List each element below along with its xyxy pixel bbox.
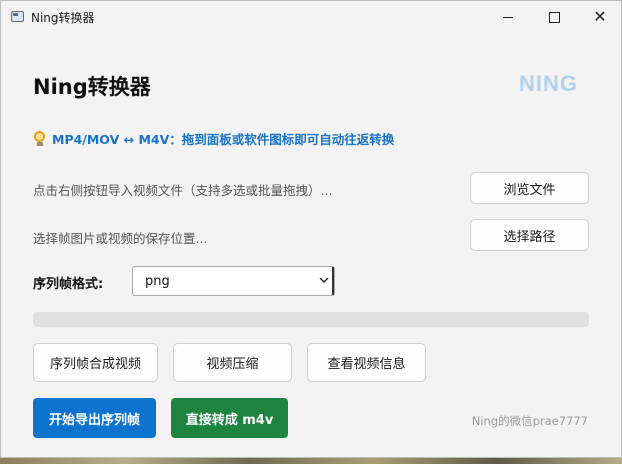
browse-files-button[interactable]: 浏览文件 (470, 172, 589, 204)
select-path-button[interactable]: 选择路径 (470, 219, 589, 251)
app-window-icon (11, 11, 24, 22)
app-window: Ning转换器 ✕ Ning转换器 NING MP4/MOV ↔ M4V：拖到面… (0, 0, 622, 458)
close-icon: ✕ (593, 7, 607, 26)
format-label: 序列帧格式: (33, 277, 104, 292)
page-title: Ning转换器 (33, 75, 151, 99)
minimize-icon (503, 16, 513, 18)
tip-text: MP4/MOV ↔ M4V：拖到面板或软件图标即可自动往返转换 (52, 132, 395, 147)
format-select[interactable]: png (132, 266, 335, 296)
lightbulb-icon (33, 130, 47, 147)
desktop-background (0, 458, 622, 464)
chevron-down-icon (319, 277, 329, 283)
video-info-button[interactable]: 查看视频信息 (307, 343, 426, 382)
export-frames-button[interactable]: 开始导出序列帧 (33, 398, 156, 438)
file-hint-text: 点击右侧按钮导入视频文件（支持多选或批量拖拽）... (33, 183, 333, 198)
minimize-button[interactable] (485, 1, 531, 33)
path-hint-text: 选择帧图片或视频的保存位置... (33, 231, 208, 246)
author-credit: Ning的微信prae7777 (471, 414, 588, 428)
convert-m4v-button[interactable]: 直接转成 m4v (171, 398, 288, 438)
tip-banner: MP4/MOV ↔ M4V：拖到面板或软件图标即可自动往返转换 (33, 129, 394, 148)
format-select-value: png (145, 274, 170, 289)
brand-logo: NING (519, 71, 578, 96)
merge-frames-button[interactable]: 序列帧合成视频 (33, 343, 158, 382)
window-title: Ning转换器 (31, 11, 95, 25)
maximize-button[interactable] (531, 1, 577, 33)
compress-video-button[interactable]: 视频压缩 (173, 343, 292, 382)
close-button[interactable]: ✕ (577, 1, 622, 33)
progress-bar (33, 312, 589, 327)
title-bar[interactable]: Ning转换器 ✕ (1, 1, 621, 33)
maximize-icon (548, 11, 560, 23)
select-edge (332, 267, 334, 295)
